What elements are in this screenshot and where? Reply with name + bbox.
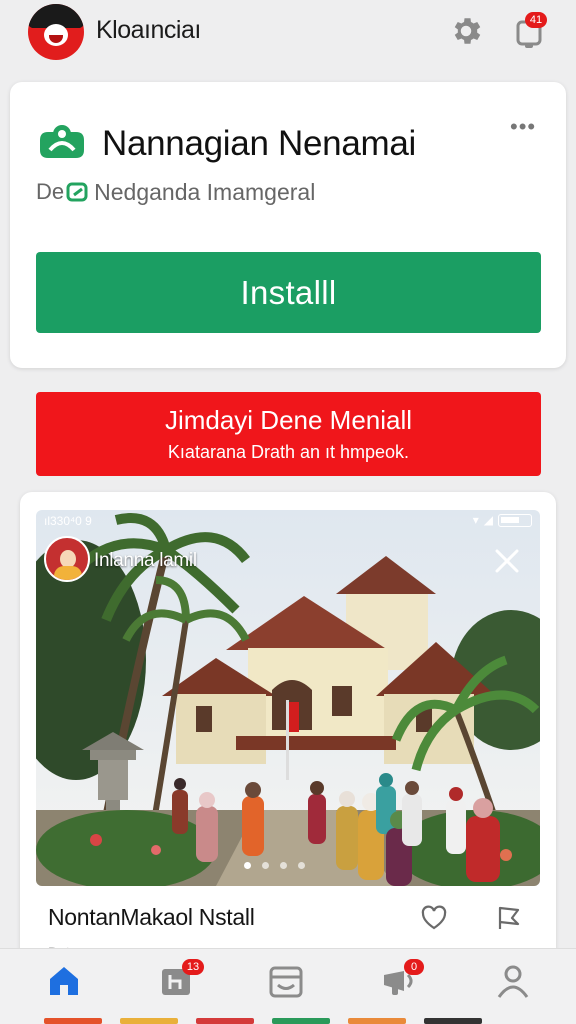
status-bar-icons: ▾ ◢	[473, 513, 532, 527]
developer-name: Nedganda Imamgeral	[94, 178, 316, 205]
bottom-edge-strip	[0, 1018, 576, 1024]
flag-icon[interactable]	[494, 904, 522, 932]
promo-banner[interactable]: Jimdayi Dene Meniall Kıatarana Drath an …	[36, 392, 541, 476]
nav-profile[interactable]	[493, 961, 533, 1001]
post-card: ıl330⁴0 9 ▾ ◢ Inlanna lamil NontanMakaol…	[20, 492, 556, 962]
promo-subtitle: Kıatarana Drath an ıt hmpeok.	[167, 442, 410, 462]
avatar[interactable]	[44, 536, 90, 582]
status-bar-time: ıl330⁴0 9	[44, 514, 92, 528]
carousel-indicator	[244, 862, 305, 869]
bottom-navigation: 13 0	[0, 948, 576, 1024]
user-icon	[497, 965, 529, 998]
story-author-name[interactable]: Inlanna lamil	[94, 550, 197, 572]
app-name: Nannagian Nenamai	[102, 124, 417, 163]
developer-row[interactable]: De Nedganda Imamgeral	[36, 178, 315, 206]
nav-home[interactable]	[44, 961, 84, 1001]
post-title: NontanMakaol Nstall	[48, 904, 255, 930]
bell-icon[interactable]: 41	[513, 12, 547, 50]
close-icon[interactable]	[492, 546, 522, 576]
top-app-bar: Kloaınciaı 41	[0, 0, 576, 62]
developer-prefix: De	[36, 179, 65, 204]
alerts-badge: 0	[404, 959, 424, 975]
app-logo[interactable]	[28, 4, 84, 60]
inbox-icon	[269, 966, 303, 998]
app-store-icon	[36, 120, 88, 162]
gear-icon[interactable]	[448, 13, 484, 49]
promo-title: Jimdayi Dene Meniall	[164, 405, 413, 435]
feed-badge: 13	[182, 959, 204, 975]
more-horizontal-icon[interactable]: •••	[510, 116, 542, 142]
home-icon	[50, 967, 78, 995]
nav-inbox[interactable]	[266, 961, 306, 1001]
carousel-dot[interactable]	[244, 862, 251, 869]
wifi-icon: ◢	[483, 513, 493, 527]
battery-icon	[498, 513, 532, 527]
nav-feed[interactable]: 13	[158, 959, 204, 1001]
install-card: Nannagian Nenamai ••• De Nedganda Imamge…	[10, 82, 566, 368]
carousel-dot[interactable]	[262, 862, 269, 869]
app-title: Kloaınciaı	[96, 16, 201, 44]
signal-icon: ▾	[472, 513, 479, 527]
carousel-dot[interactable]	[298, 862, 305, 869]
heart-icon[interactable]	[420, 904, 448, 932]
install-button[interactable]: Installl	[36, 252, 541, 333]
carousel-dot[interactable]	[280, 862, 287, 869]
post-photo[interactable]: ıl330⁴0 9 ▾ ◢ Inlanna lamil	[36, 510, 540, 886]
nav-alerts[interactable]: 0	[380, 959, 424, 1001]
notification-badge: 41	[525, 12, 547, 28]
developer-icon	[66, 181, 90, 203]
